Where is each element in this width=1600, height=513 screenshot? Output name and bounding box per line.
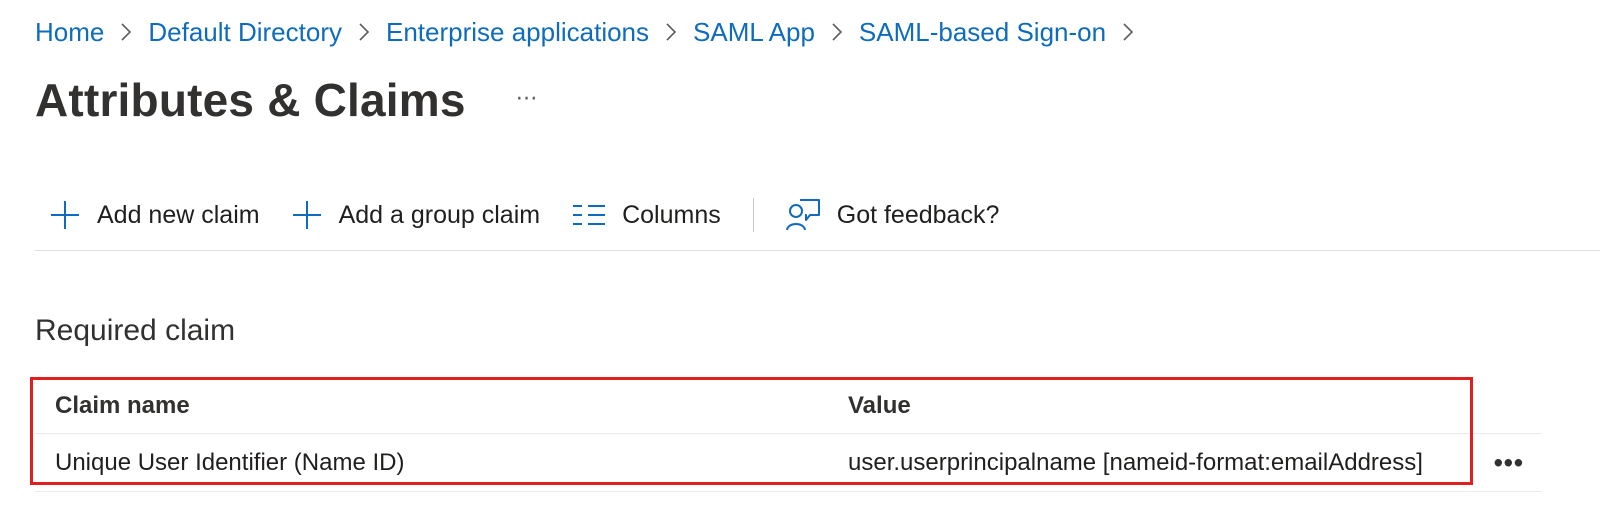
add-group-claim-button[interactable]: Add a group claim: [291, 192, 541, 238]
page-header: Attributes & Claims ⋯: [35, 70, 539, 130]
column-header-claim-name[interactable]: Claim name: [55, 392, 190, 420]
required-claim-heading: Required claim: [35, 314, 236, 347]
toolbar-divider: [752, 198, 754, 232]
table-row[interactable]: Unique User Identifier (Name ID) user.us…: [35, 434, 1542, 492]
chevron-right-icon: [104, 14, 148, 50]
columns-icon: [572, 204, 606, 226]
add-new-claim-label: Add new claim: [97, 200, 260, 229]
chevron-right-icon: [649, 14, 693, 50]
row-more-options-button[interactable]: •••: [1494, 447, 1524, 478]
breadcrumb-enterprise-applications[interactable]: Enterprise applications: [386, 17, 649, 48]
got-feedback-button[interactable]: Got feedback?: [785, 192, 1000, 238]
claim-value-cell: user.userprincipalname [nameid-format:em…: [848, 448, 1423, 476]
claim-name-cell: Unique User Identifier (Name ID): [55, 448, 405, 476]
required-claims-table: Claim name Value Unique User Identifier …: [35, 378, 1542, 492]
table-header: Claim name Value: [35, 378, 1542, 434]
add-new-claim-button[interactable]: Add new claim: [49, 192, 260, 238]
feedback-icon: [785, 197, 821, 233]
chevron-right-icon: [1106, 14, 1150, 50]
breadcrumb-saml-sign-on[interactable]: SAML-based Sign-on: [859, 17, 1106, 48]
columns-button[interactable]: Columns: [572, 192, 721, 238]
more-options-button[interactable]: ⋯: [516, 85, 539, 111]
plus-icon: [49, 199, 81, 231]
add-group-claim-label: Add a group claim: [338, 200, 541, 229]
breadcrumb: Home Default Directory Enterprise applic…: [35, 14, 1150, 50]
columns-label: Columns: [622, 200, 721, 229]
got-feedback-label: Got feedback?: [836, 200, 1000, 229]
breadcrumb-saml-app[interactable]: SAML App: [693, 17, 815, 48]
page-title: Attributes & Claims: [35, 74, 466, 126]
breadcrumb-home[interactable]: Home: [35, 17, 104, 48]
breadcrumb-default-directory[interactable]: Default Directory: [148, 17, 342, 48]
plus-icon: [291, 199, 323, 231]
command-bar: Add new claim Add a group claim Columns …: [35, 192, 1600, 251]
column-header-value[interactable]: Value: [848, 392, 911, 420]
chevron-right-icon: [815, 14, 859, 50]
chevron-right-icon: [342, 14, 386, 50]
